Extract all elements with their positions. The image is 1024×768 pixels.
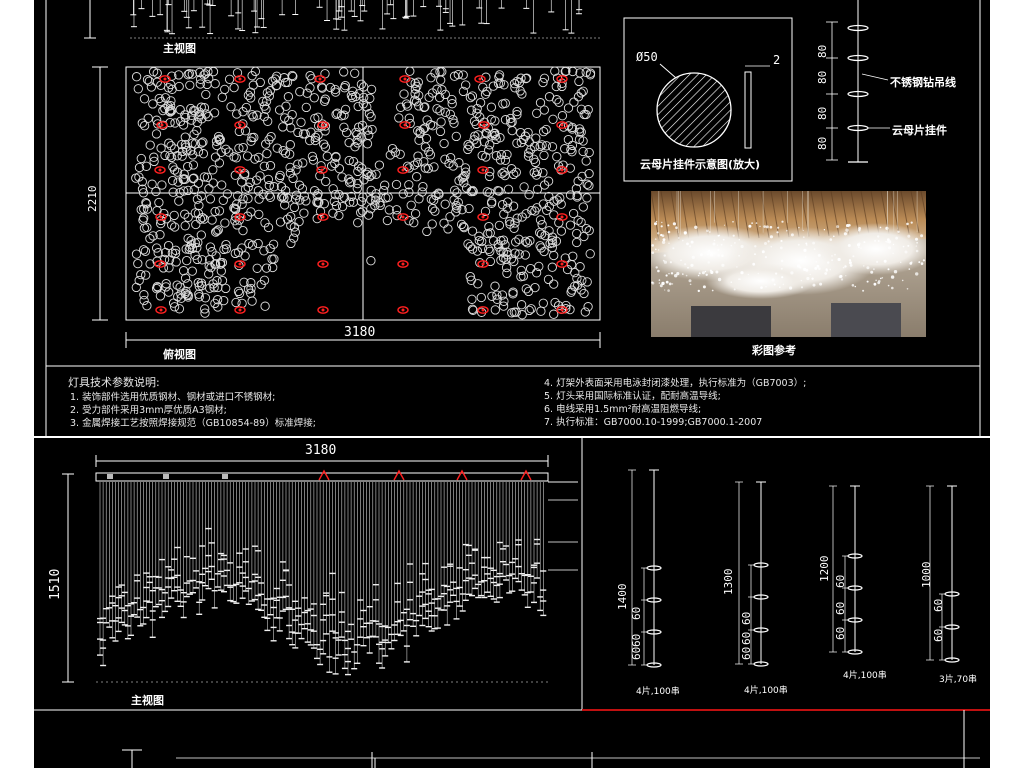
canopy-mount xyxy=(222,474,228,479)
string2-length: 1300 xyxy=(722,568,735,596)
bottom-sheet-graphics xyxy=(34,438,990,768)
string3-note: 4片,100串 xyxy=(843,671,887,681)
front-width-dimension: 3180 xyxy=(305,443,337,458)
string2-spacing-1: 60 xyxy=(740,611,753,625)
string2-spacing-3: 60 xyxy=(740,646,753,660)
string2-spacing-2: 60 xyxy=(740,631,753,645)
front-view-label-bottom: 主视图 xyxy=(131,694,164,707)
string1-spacing-3: 60 xyxy=(630,646,643,660)
canopy-mount xyxy=(163,474,169,479)
string3-length: 1200 xyxy=(818,555,831,583)
string3-spacing-3: 60 xyxy=(834,626,847,640)
string1-spacing-2: 60 xyxy=(630,633,643,647)
string1-spacing-1: 60 xyxy=(630,606,643,620)
string1-length: 1400 xyxy=(616,583,629,611)
string4-spacing-2: 60 xyxy=(932,628,945,642)
string2-note: 4片,100串 xyxy=(744,686,788,696)
canopy-mount xyxy=(107,474,113,479)
string3-spacing-2: 60 xyxy=(834,601,847,615)
string3-spacing-1: 60 xyxy=(834,574,847,588)
string4-note: 3片,70串 xyxy=(939,675,978,685)
string4-length: 1000 xyxy=(920,561,933,589)
string4-spacing-1: 60 xyxy=(932,598,945,612)
string1-note: 4片,100串 xyxy=(636,687,680,697)
front-height-dimension: 1510 xyxy=(48,568,63,600)
